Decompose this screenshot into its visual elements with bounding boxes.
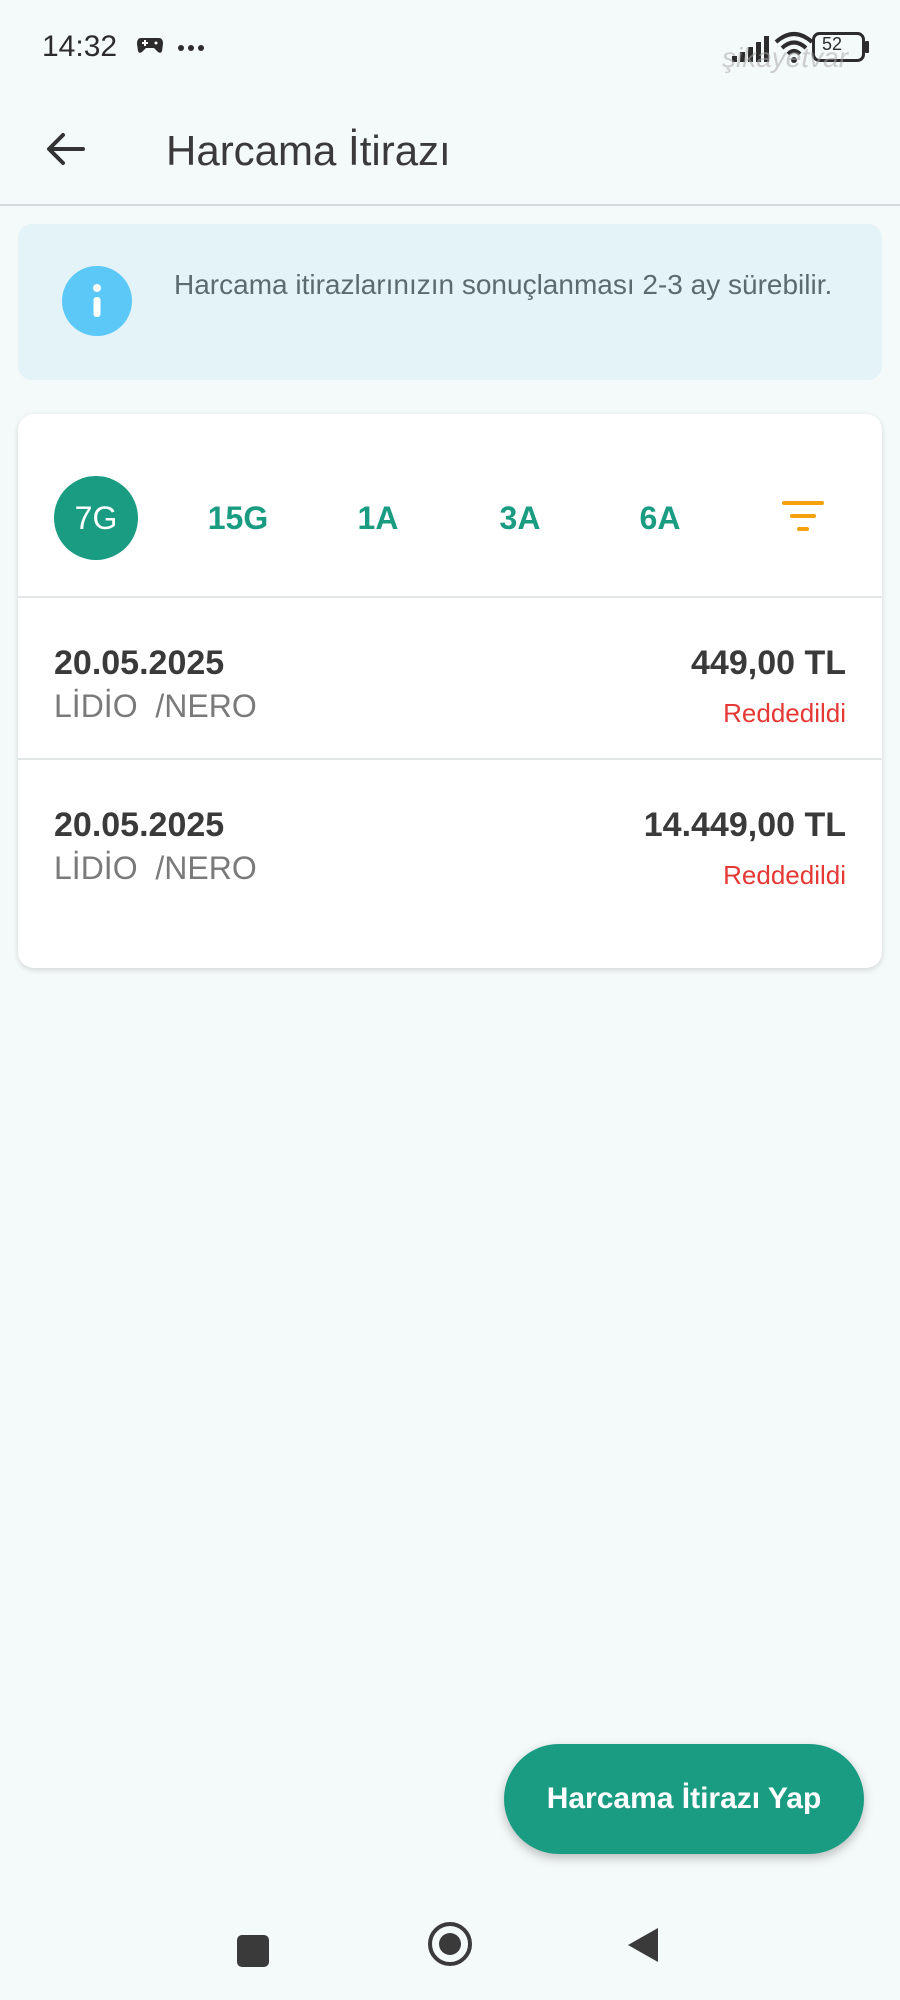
dispute-status: Reddedildi — [723, 698, 846, 728]
arrow-left-icon — [45, 131, 85, 172]
dispute-amount: 14.449,00 TL — [643, 806, 846, 844]
gamepad-icon — [136, 34, 164, 61]
more-icon — [176, 34, 208, 54]
dispute-merchant: LİDİO /NERO — [54, 850, 257, 886]
dispute-date: 20.05.2025 — [54, 644, 225, 682]
back-button[interactable] — [30, 116, 100, 186]
watermark: şikayetvar — [722, 42, 849, 73]
dispute-date: 20.05.2025 — [54, 806, 225, 844]
dispute-status: Reddedildi — [723, 860, 846, 890]
status-bar: 14:32 52 şikayetvar — [0, 0, 900, 96]
filter-icon[interactable] — [780, 498, 826, 539]
info-icon — [62, 266, 132, 336]
filter-chip-6a[interactable]: 6A — [618, 476, 702, 560]
dispute-list-card: 7G 15G 1A 3A 6A 20.05.2025 LİDİO /NERO 4… — [18, 414, 882, 968]
page-title: Harcama İtirazı — [166, 127, 451, 174]
new-dispute-button[interactable]: Harcama İtirazı Yap — [504, 1744, 864, 1854]
filter-chip-15g[interactable]: 15G — [196, 476, 280, 560]
app-bar: Harcama İtirazı — [0, 96, 900, 206]
filter-chip-7g[interactable]: 7G — [54, 476, 138, 560]
info-banner: Harcama itirazlarınızın sonuçlanması 2-3… — [18, 224, 882, 380]
dispute-merchant: LİDİO /NERO — [54, 688, 257, 724]
filter-chip-1a[interactable]: 1A — [336, 476, 420, 560]
info-text: Harcama itirazlarınızın sonuçlanması 2-3… — [174, 269, 833, 300]
status-time: 14:32 — [42, 30, 118, 63]
dispute-row[interactable]: 20.05.2025 LİDİO /NERO 449,00 TL Reddedi… — [18, 598, 882, 760]
system-nav-bar — [0, 1890, 900, 2000]
back-icon[interactable] — [626, 1926, 660, 1969]
period-filter-row: 7G 15G 1A 3A 6A — [18, 414, 882, 598]
home-icon[interactable] — [426, 1920, 474, 1973]
dispute-row[interactable]: 20.05.2025 LİDİO /NERO 14.449,00 TL Redd… — [18, 760, 882, 920]
filter-chip-3a[interactable]: 3A — [478, 476, 562, 560]
dispute-amount: 449,00 TL — [691, 644, 846, 682]
recents-icon[interactable] — [236, 1934, 270, 1973]
